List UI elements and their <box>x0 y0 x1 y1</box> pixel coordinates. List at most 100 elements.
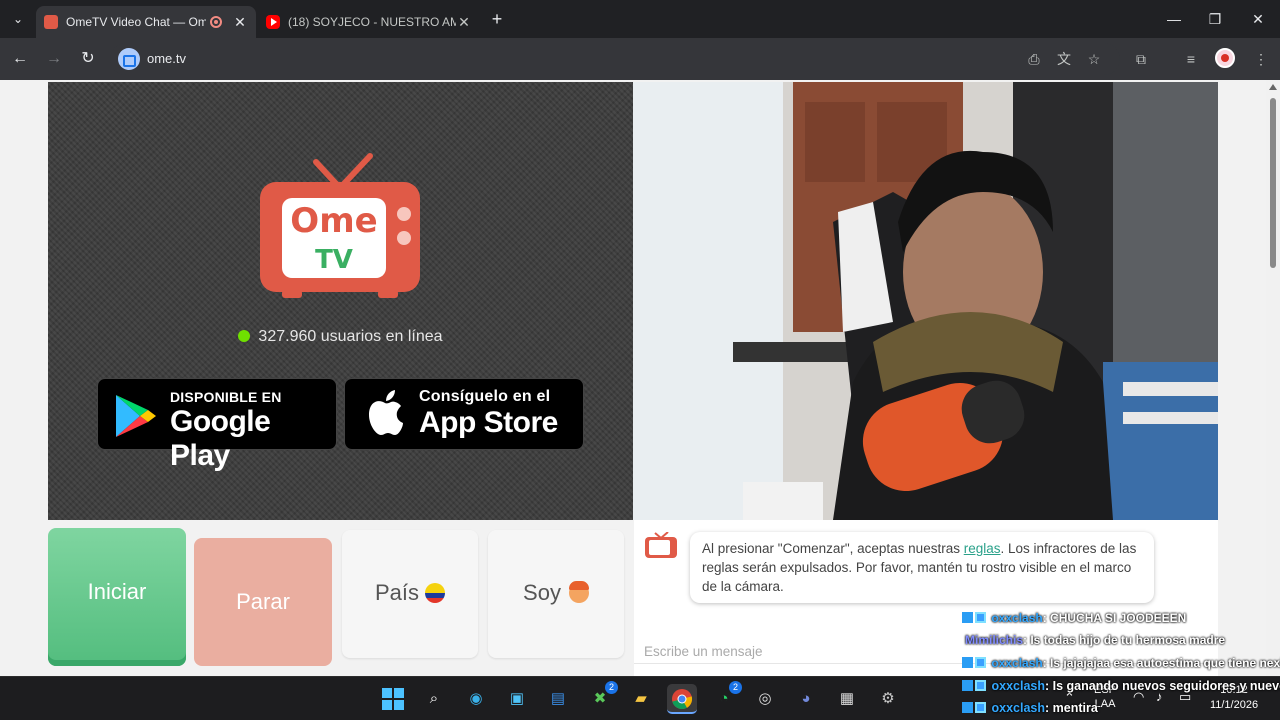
overlay-chat-line: oxxclash: Is jajajajaa esa autoestima qu… <box>962 656 1280 670</box>
message-input[interactable]: Escribe un mensaje <box>644 644 763 659</box>
ecuador-flag-icon <box>425 583 446 603</box>
tab-strip: ⌄ OmeTV Video Chat — Ome ✕ (18) SOYJECO … <box>0 0 1280 38</box>
install-app-icon[interactable]: ⎙ <box>1023 48 1045 70</box>
scroll-up-arrow-icon[interactable] <box>1269 84 1277 90</box>
youtube-favicon-icon <box>266 15 280 29</box>
translate-icon[interactable]: 文 <box>1053 48 1075 70</box>
notice-text-before: Al presionar "Comenzar", aceptas nuestra… <box>702 541 964 556</box>
online-users-indicator: 327.960 usuarios en línea <box>48 328 633 346</box>
address-bar[interactable]: ome.tv <box>110 43 1120 75</box>
xbox-badge: 2 <box>605 681 618 694</box>
country-label: País <box>374 580 420 605</box>
country-button[interactable]: País <box>342 530 478 658</box>
browser-toolbar: ← → ↻ ome.tv ⎙ 文 ☆ ⧉ ≡ ⋮ <box>0 38 1280 80</box>
google-play-icon <box>116 395 156 437</box>
start-button[interactable]: Iniciar <box>48 528 186 666</box>
tab-search-chevron-icon[interactable]: ⌄ <box>6 7 30 31</box>
google-play-big-text: Google Play <box>170 405 271 472</box>
overlay-username: oxxclash <box>991 611 1043 625</box>
site-info-icon[interactable] <box>118 48 140 70</box>
ometv-logo: Ome TV <box>260 153 420 298</box>
new-tab-button[interactable]: + <box>486 8 508 30</box>
tab-ometv[interactable]: OmeTV Video Chat — Ome ✕ <box>36 6 256 38</box>
store-icon[interactable]: ▣ <box>502 684 532 714</box>
tab-title: OmeTV Video Chat — Ome <box>66 15 206 29</box>
back-button[interactable]: ← <box>8 47 32 71</box>
online-users-text: 327.960 usuarios en línea <box>258 328 443 345</box>
self-camera-video <box>633 82 1218 520</box>
close-window-button[interactable]: ✕ <box>1236 6 1280 32</box>
chrome-icon[interactable] <box>667 684 697 714</box>
rules-notice-message: Al presionar "Comenzar", aceptas nuestra… <box>690 532 1154 603</box>
badge-icon <box>962 702 973 713</box>
rules-link[interactable]: reglas <box>964 541 1001 556</box>
gender-label: Soy <box>523 580 561 605</box>
reload-button[interactable]: ↻ <box>76 47 100 71</box>
google-play-button[interactable]: DISPONIBLE EN Google Play <box>97 378 337 472</box>
media-control-icon[interactable]: ≡ <box>1180 48 1202 70</box>
badge-icon <box>975 680 986 691</box>
windows-start-icon[interactable] <box>378 684 408 714</box>
overlay-username: oxxclash <box>991 679 1045 693</box>
overlay-chat-line: oxxclash: CHUCHA SI JOODEEEN <box>962 611 1186 625</box>
search-icon[interactable]: ⌕ <box>419 684 449 714</box>
ometv-chat-avatar-icon <box>645 532 677 558</box>
whatsapp-icon[interactable]: ◔ 2 <box>709 681 742 714</box>
recording-icon <box>210 16 222 28</box>
apple-icon <box>369 390 403 435</box>
gender-button[interactable]: Soy <box>488 530 624 658</box>
overlay-chat-line: oxxclash: mentira <box>962 701 1098 715</box>
app-icon[interactable]: ▦ <box>832 684 862 714</box>
app-store-button[interactable]: Consíguelo en el App Store <box>344 378 584 450</box>
clock-date: 11/1/2026 <box>1209 699 1259 711</box>
menu-kebab-icon[interactable]: ⋮ <box>1250 48 1272 70</box>
overlay-message: : Is todas hijo de tu hermosa madre <box>1023 633 1226 647</box>
xbox-icon[interactable]: ✖ 2 <box>585 681 618 714</box>
badge-icon <box>975 702 986 713</box>
monitor-app-icon[interactable]: ▤ <box>543 684 573 714</box>
scrollbar-thumb[interactable] <box>1270 98 1276 268</box>
tab-youtube[interactable]: (18) SOYJECO - NUESTRO AMO ✕ <box>258 6 480 38</box>
close-tab-icon[interactable]: ✕ <box>232 14 248 31</box>
settings-gear-icon[interactable]: ⚙ <box>873 684 903 714</box>
boy-face-icon <box>568 581 589 603</box>
restore-button[interactable]: ❐ <box>1193 6 1237 32</box>
overlay-chat-line: Mimilichis: Is todas hijo de tu hermosa … <box>965 633 1225 647</box>
overlay-message: : mentira <box>1045 701 1098 715</box>
overlay-message: : Is jajajajaa esa autoestima que tiene … <box>1042 656 1280 670</box>
overlay-message: : Is ganando nuevos seguidores y nuevos … <box>1045 679 1280 693</box>
overlay-message: : CHUCHA SI JOODEEEN <box>1042 611 1187 625</box>
discord-icon[interactable]: ◕ <box>791 684 821 714</box>
online-status-icon <box>238 330 251 342</box>
file-explorer-icon[interactable]: ▰ <box>626 684 656 714</box>
overlay-chat-line: oxxclash: Is ganando nuevos seguidores y… <box>962 679 1280 693</box>
overlay-username: oxxclash <box>991 656 1043 670</box>
forward-button[interactable]: → <box>42 47 66 71</box>
overlay-username: Mimilichis <box>965 633 1024 647</box>
logo-ome-text: Ome <box>290 201 377 241</box>
bookmark-star-icon[interactable]: ☆ <box>1083 48 1105 70</box>
stop-button[interactable]: Parar <box>194 538 332 666</box>
overlay-username: oxxclash <box>991 701 1045 715</box>
url-text: ome.tv <box>147 51 187 66</box>
google-play-small-text: DISPONIBLE EN <box>170 389 282 405</box>
webcam-feed-image <box>633 82 1218 520</box>
badge-icon <box>962 657 973 668</box>
whatsapp-badge: 2 <box>729 681 742 694</box>
page-scrollbar[interactable] <box>1266 80 1280 676</box>
badge-icon <box>962 612 973 623</box>
edge-icon[interactable]: ◉ <box>461 684 491 714</box>
ometv-page: Ome TV 327.960 usuarios en línea DISPONI… <box>0 80 1280 676</box>
close-tab-icon[interactable]: ✕ <box>456 14 472 31</box>
stranger-video-panel: Ome TV 327.960 usuarios en línea DISPONI… <box>48 82 633 520</box>
ometv-favicon-icon <box>44 15 58 29</box>
profile-avatar[interactable] <box>1215 48 1235 68</box>
extensions-icon[interactable]: ⧉ <box>1130 48 1152 70</box>
logo-tv-text: TV <box>315 245 353 275</box>
app-store-small-text: Consíguelo en el <box>419 388 551 405</box>
badge-icon <box>975 657 986 668</box>
minimize-button[interactable]: — <box>1152 6 1196 32</box>
steam-icon[interactable]: ◎ <box>750 684 780 714</box>
badge-icon <box>975 612 986 623</box>
app-store-big-text: App Store <box>419 406 558 439</box>
